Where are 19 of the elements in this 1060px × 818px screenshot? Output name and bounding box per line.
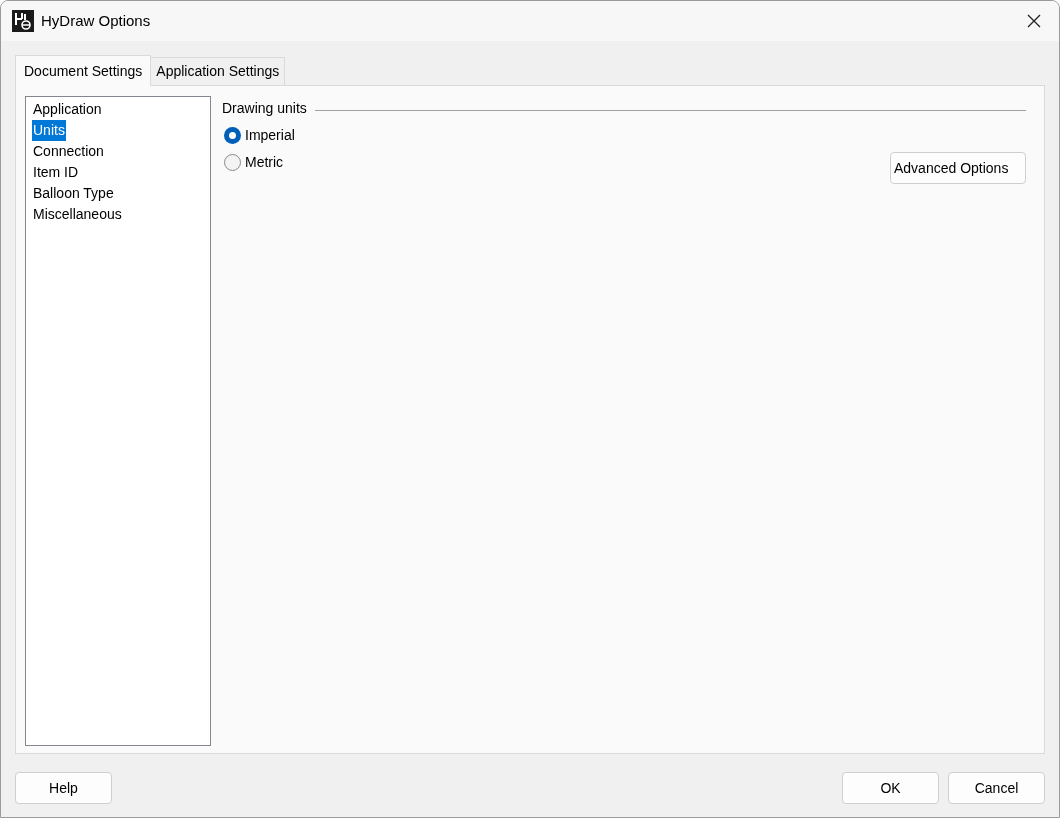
radio-button[interactable] (224, 126, 241, 144)
list-item[interactable]: Miscellaneous (32, 204, 123, 225)
radio-label: Imperial (245, 125, 295, 145)
help-button[interactable]: Help (15, 772, 112, 804)
cancel-button[interactable]: Cancel (948, 772, 1045, 804)
list-item[interactable]: Connection (32, 141, 105, 162)
tab[interactable]: Document Settings (15, 55, 152, 86)
list-item[interactable]: Application (32, 99, 103, 120)
tab[interactable]: Application Settings (151, 57, 286, 85)
list-item[interactable]: Balloon Type (32, 183, 115, 204)
group-title: Drawing units (222, 99, 307, 118)
advanced-options-button[interactable]: Advanced Options (890, 152, 1026, 184)
window-title: HyDraw Options (41, 10, 152, 31)
radio-button[interactable] (224, 153, 241, 171)
list-item[interactable]: Item ID (32, 162, 80, 183)
radio-label: Metric (245, 152, 284, 172)
app-logo-icon (12, 10, 34, 32)
list-item[interactable]: Units (32, 120, 66, 141)
ok-button[interactable]: OK (842, 772, 939, 804)
